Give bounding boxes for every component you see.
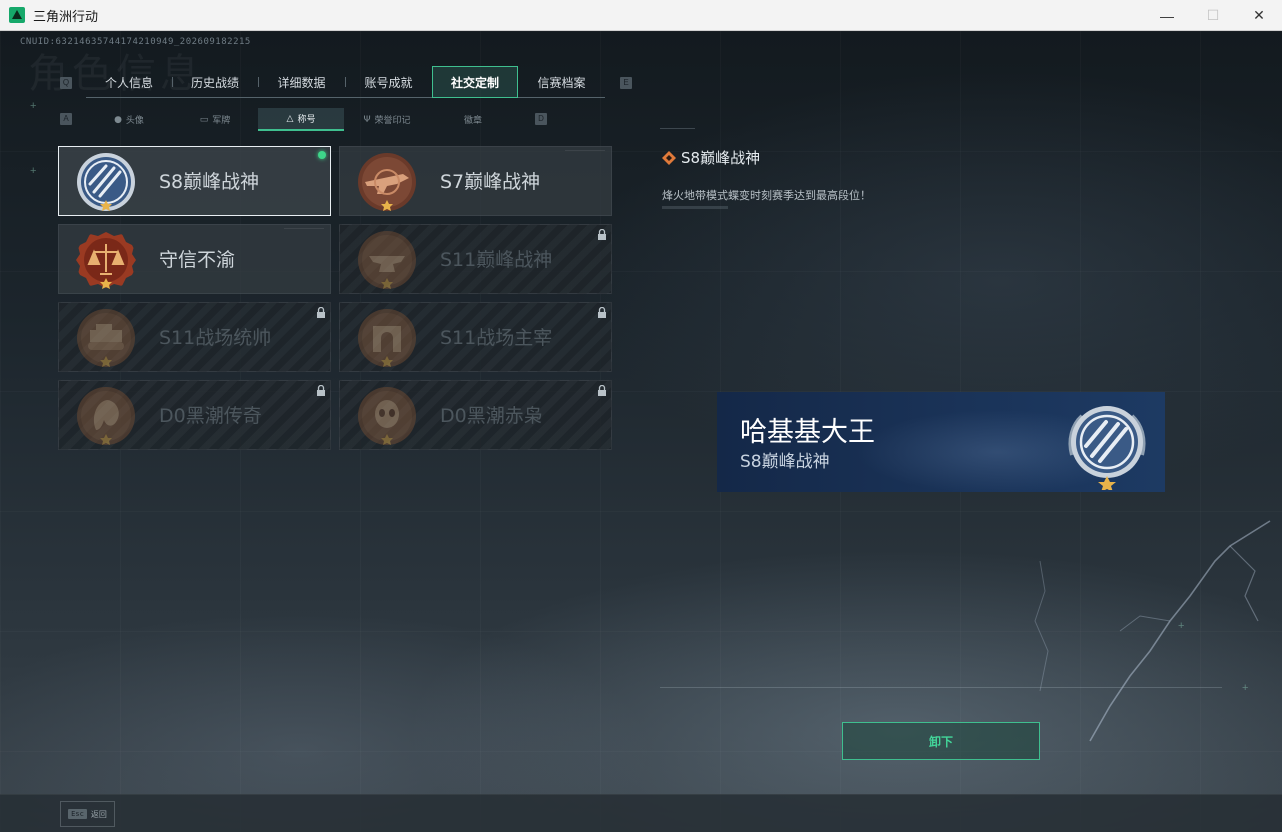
card-title-name: S11巅峰战神 [440, 249, 553, 271]
sub-tabs: ● 头像 ▭ 军牌 △ 称号 Ψ 荣誉印记 徽章 [86, 108, 516, 131]
title-card[interactable]: 守信不渝 [58, 224, 331, 294]
prev-subtab-key-hint[interactable]: A [60, 113, 72, 125]
title-card[interactable]: S11战场统帅 [58, 302, 331, 372]
lock-icon [598, 229, 606, 240]
card-title-name: S11战场主宰 [440, 327, 553, 349]
arch-emblem-icon [358, 309, 416, 367]
window-title: 三角洲行动 [33, 9, 99, 25]
title-preview-banner: 哈基基大王 S8巅峰战神 [717, 392, 1165, 492]
subtab-label: 称号 [297, 115, 316, 125]
lock-icon [317, 307, 325, 318]
s8-peak-emblem-icon [77, 153, 135, 211]
back-label: 返回 [90, 809, 107, 819]
crosshair-decoration: + [1178, 620, 1185, 632]
rifle-emblem-icon [358, 153, 416, 211]
corner-decoration [565, 150, 605, 151]
subtab-badge[interactable]: 徽章 [430, 108, 516, 131]
lock-icon [598, 307, 606, 318]
title-card[interactable]: D0黑潮传奇 [58, 380, 331, 450]
card-title-name: S7巅峰战神 [440, 171, 541, 193]
crosshair-decoration: + [30, 100, 37, 112]
esc-key-hint: Esc [68, 809, 87, 819]
minimize-button[interactable]: — [1144, 0, 1190, 31]
next-tab-key-hint[interactable]: E [620, 77, 632, 89]
crosshair-decoration: + [1242, 682, 1249, 694]
game-viewport: CNUID:632146357441742109­49_202609182215… [0, 31, 1282, 832]
maximize-button[interactable]: ☐ [1190, 0, 1236, 31]
preview-bottom-divider [660, 687, 1222, 688]
tab-achievements[interactable]: 账号成就 [345, 66, 432, 98]
back-button[interactable]: Esc 返回 [60, 801, 115, 827]
card-title-name: S8巅峰战神 [159, 171, 260, 193]
bottom-bar: Esc 返回 [0, 794, 1282, 832]
subtab-label: 徽章 [463, 116, 482, 126]
tank-emblem-icon [77, 309, 135, 367]
detail-desc-underline [662, 206, 728, 209]
scales-emblem-icon [76, 232, 136, 289]
creature-emblem-icon [77, 387, 135, 445]
subtab-honor-mark[interactable]: Ψ 荣誉印记 [344, 108, 430, 131]
title-card[interactable]: S7巅峰战神 [339, 146, 612, 216]
s8-peak-emblem-icon [1068, 406, 1146, 490]
tab-personal-info[interactable]: 个人信息 [86, 66, 172, 98]
subtab-label: 荣誉印记 [374, 116, 411, 126]
subtab-dogtag[interactable]: ▭ 军牌 [172, 108, 258, 131]
subtab-label: 头像 [125, 116, 144, 126]
subtab-title[interactable]: △ 称号 [258, 108, 344, 131]
tab-social-customization[interactable]: 社交定制 [432, 66, 518, 98]
person-icon: ● [114, 114, 122, 125]
title-card[interactable]: S11巅峰战神 [339, 224, 612, 294]
card-title-name: S11战场统帅 [159, 327, 272, 349]
honor-icon: Ψ [363, 114, 371, 125]
title-card[interactable]: D0黑潮赤枭 [339, 380, 612, 450]
dogtag-icon: ▭ [199, 114, 209, 125]
detail-top-divider [660, 128, 695, 129]
tab-credit-archive[interactable]: 信赛档案 [518, 66, 605, 98]
subtab-avatar[interactable]: ● 头像 [86, 108, 172, 131]
detail-title-text: S8巅峰战神 [681, 149, 761, 167]
prev-tab-key-hint[interactable]: Q [60, 77, 72, 89]
equipped-indicator [318, 151, 326, 159]
unequip-button[interactable]: 卸下 [842, 722, 1040, 760]
crosshair-decoration: + [30, 165, 37, 177]
lightning-decoration [1034, 520, 1271, 742]
close-button[interactable]: ✕ [1236, 0, 1282, 31]
card-title-name: D0黑潮传奇 [159, 405, 262, 427]
main-tabs: 个人信息 历史战绩 详细数据 账号成就 社交定制 信赛档案 [86, 66, 605, 98]
anvil-emblem-icon [358, 231, 416, 289]
detail-description: 烽火地带模式蝶变时刻赛季达到最高段位！ [662, 189, 871, 202]
preview-title: S8巅峰战神 [740, 452, 830, 472]
skull-emblem-icon [358, 387, 416, 445]
title-card[interactable]: S8巅峰战神 [58, 146, 331, 216]
lock-icon [317, 385, 325, 396]
card-title-name: D0黑潮赤枭 [440, 405, 543, 427]
window-controls: — ☐ ✕ [1144, 0, 1282, 31]
detail-title: S8巅峰战神 [662, 147, 760, 168]
preview-player-name: 哈基基大王 [740, 417, 875, 448]
tab-match-history[interactable]: 历史战绩 [172, 66, 258, 98]
corner-decoration [284, 228, 324, 229]
app-logo-icon [9, 7, 25, 23]
diamond-icon [662, 150, 676, 165]
lock-icon [598, 385, 606, 396]
title-icon: △ [286, 113, 294, 124]
window-titlebar: 三角洲行动 — ☐ ✕ [0, 0, 1282, 31]
card-title-name: 守信不渝 [159, 249, 236, 271]
tab-detailed-stats[interactable]: 详细数据 [258, 66, 345, 98]
title-card[interactable]: S11战场主宰 [339, 302, 612, 372]
subtab-label: 军牌 [212, 116, 231, 126]
next-subtab-key-hint[interactable]: D [535, 113, 547, 125]
